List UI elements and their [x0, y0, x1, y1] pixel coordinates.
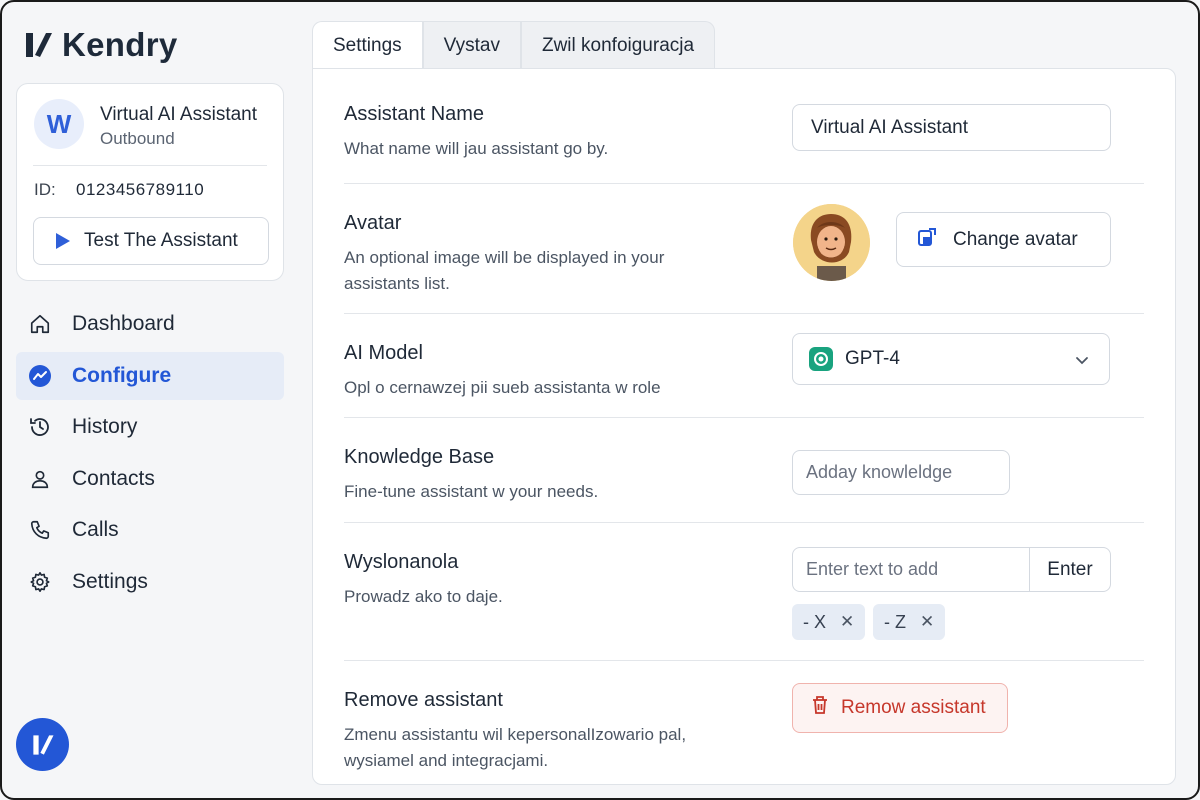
ai-model-value: GPT-4 — [845, 348, 900, 369]
sidebar-item-configure[interactable]: Configure — [16, 351, 284, 400]
image-edit-icon — [917, 227, 937, 253]
remove-assistant-label: Remow assistant — [841, 697, 986, 718]
assistant-card-title: Virtual AI Assistant — [100, 104, 258, 125]
divider — [344, 417, 1144, 418]
sidebar-item-calls[interactable]: Calls — [16, 506, 284, 554]
kendry-logo-icon — [32, 734, 53, 755]
phone-icon — [28, 518, 52, 542]
home-icon — [28, 312, 52, 336]
sidebar-item-dashboard[interactable]: Dashboard — [16, 300, 284, 348]
chevron-down-icon — [1075, 352, 1089, 374]
section-title: Knowledge Base — [344, 446, 495, 468]
tag-chip: - X ✕ — [792, 604, 866, 640]
history-icon — [28, 415, 52, 439]
sidebar-item-label: Settings — [72, 569, 148, 593]
sidebar-item-settings[interactable]: Settings — [16, 558, 284, 606]
tab-zwil-konfoiguracja[interactable]: Zwil konfoiguracja — [520, 21, 716, 69]
settings-panel: Assistant Name What name will jau assist… — [312, 68, 1176, 785]
text-add-input[interactable]: Enter text to add Enter — [792, 547, 1111, 592]
divider — [344, 313, 1144, 314]
sidebar-item-label: Dashboard — [72, 312, 175, 335]
user-icon — [28, 467, 52, 491]
knowledge-input[interactable]: Adday knowleldge — [792, 450, 1010, 495]
remove-assistant-button[interactable]: Remow assistant — [792, 683, 1008, 733]
avatar-section: Avatar An optional image will be display… — [344, 212, 744, 297]
tab-settings[interactable]: Settings — [312, 21, 423, 69]
close-icon[interactable]: ✕ — [840, 612, 854, 632]
sidebar-item-label: Calls — [72, 518, 119, 541]
change-avatar-label: Change avatar — [953, 228, 1078, 250]
sidebar-item-history[interactable]: History — [16, 403, 284, 451]
section-title: Remove assistant — [344, 689, 503, 711]
kendry-logo-icon — [26, 33, 52, 57]
divider — [33, 165, 267, 166]
app-logo-button[interactable] — [16, 718, 69, 771]
tag-chip: - Z ✕ — [873, 604, 946, 640]
sidebar-item-label: Contacts — [72, 466, 155, 490]
section-description: Zmenu assistantu wil kepersonalIzowario … — [344, 725, 687, 770]
remove-assistant-section: Remove assistant Zmenu assistantu wil ke… — [344, 689, 764, 774]
openai-icon — [809, 347, 833, 371]
assistant-avatar: W — [34, 99, 84, 149]
trend-icon — [28, 364, 52, 388]
assistant-card-subtitle: Outbound — [100, 129, 175, 148]
divider — [344, 660, 1144, 661]
tab-vystav[interactable]: Vystav — [422, 21, 521, 69]
id-label: ID: — [34, 180, 56, 199]
sidebar-item-label: Configure — [72, 363, 172, 387]
section-description: Fine-tune assistant w your needs. — [344, 482, 599, 501]
trash-icon — [811, 695, 829, 721]
tab-bar: Settings Vystav Zwil konfoiguracja — [312, 21, 716, 69]
id-value: 0123456789110 — [76, 180, 205, 199]
test-assistant-label: Test The Assistant — [84, 230, 238, 251]
assistant-card: W Virtual AI Assistant Outbound ID: 0123… — [16, 83, 284, 281]
section-title: Avatar — [344, 212, 402, 234]
assistant-name-input[interactable]: Virtual AI Assistant — [792, 104, 1111, 151]
section-description: An optional image will be displayed in y… — [344, 248, 665, 293]
play-icon — [56, 233, 70, 249]
text-add-placeholder: Enter text to add — [806, 559, 939, 579]
brand: Kendry — [24, 26, 178, 64]
test-assistant-button[interactable]: Test The Assistant — [33, 217, 269, 265]
ai-model-select[interactable]: GPT-4 — [792, 333, 1110, 385]
sidebar-item-contacts[interactable]: Contacts — [16, 455, 284, 503]
enter-button[interactable]: Enter — [1030, 548, 1110, 591]
app-window: Kendry W Virtual AI Assistant Outbound I… — [0, 0, 1200, 800]
knowledge-base-section: Knowledge Base Fine-tune assistant w you… — [344, 446, 1144, 505]
sidebar-item-label: History — [72, 415, 138, 438]
sidebar: Kendry W Virtual AI Assistant Outbound I… — [2, 2, 302, 798]
avatar-image — [793, 204, 870, 281]
tag-label: - Z — [884, 611, 906, 632]
brand-name: Kendry — [62, 26, 178, 63]
divider — [344, 522, 1144, 523]
change-avatar-button[interactable]: Change avatar — [896, 212, 1111, 267]
gear-icon — [28, 570, 52, 594]
tag-label: - X — [803, 611, 827, 632]
divider — [344, 183, 1144, 184]
close-icon[interactable]: ✕ — [920, 612, 934, 632]
sidebar-nav: Dashboard Configure History Contacts Cal… — [16, 300, 284, 609]
